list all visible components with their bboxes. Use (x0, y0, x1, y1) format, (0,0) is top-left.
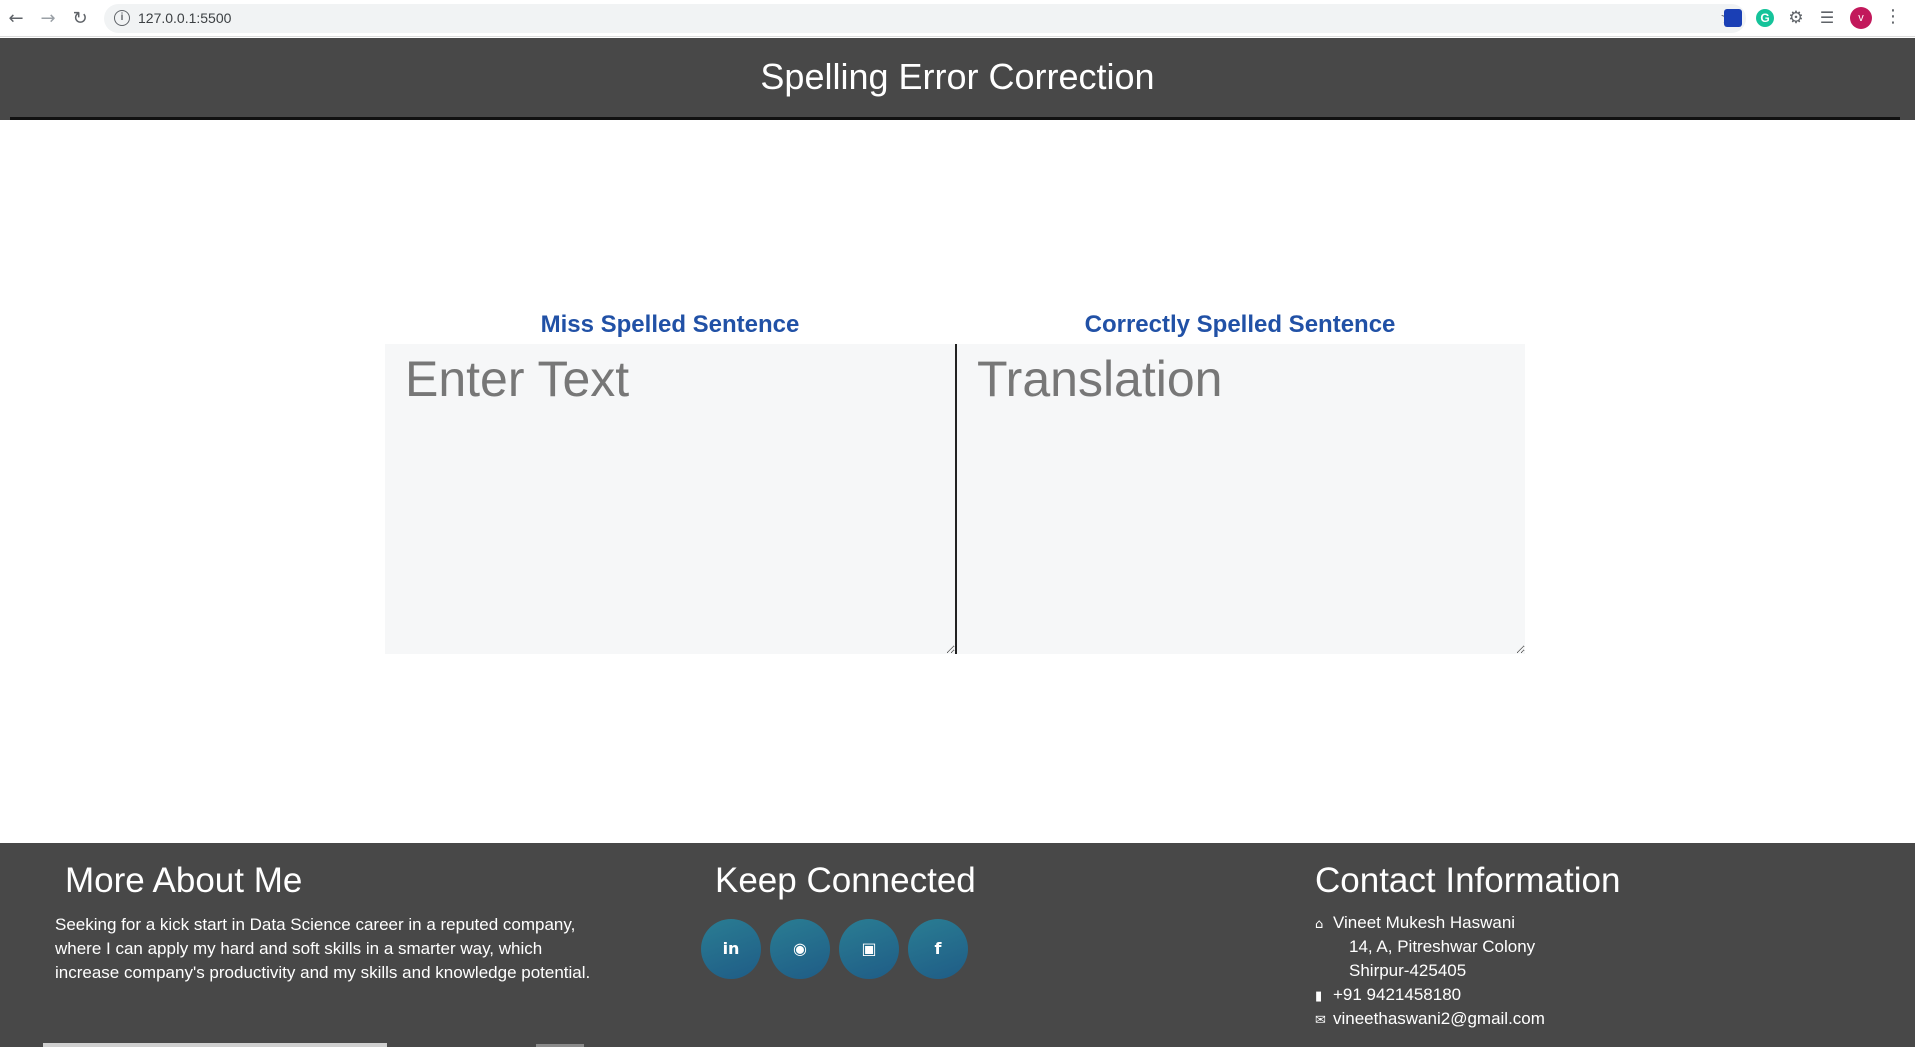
translation-textarea[interactable] (955, 344, 1525, 654)
reload-icon[interactable]: ↻ (70, 8, 90, 29)
contact-name-line: ⌂ Vineet Mukesh Haswani (1315, 913, 1515, 933)
avatar[interactable]: v (1850, 7, 1872, 29)
header-divider (10, 117, 1900, 120)
input-textarea[interactable] (385, 344, 955, 654)
about-heading: More About Me (65, 861, 303, 900)
envelope-icon: ✉ (1315, 1013, 1326, 1028)
back-arrow-icon[interactable]: ← (6, 8, 26, 29)
correctly-spelled-label: Correctly Spelled Sentence (1084, 311, 1396, 338)
puzzle-icon[interactable]: ⚙ (1787, 9, 1805, 27)
grammarly-icon[interactable]: G (1756, 9, 1774, 27)
about-text: Seeking for a kick start in Data Science… (55, 915, 591, 982)
facebook-icon[interactable]: f (908, 919, 968, 979)
github-icon[interactable]: ◉ (770, 919, 830, 979)
forward-arrow-icon[interactable]: → (38, 8, 58, 29)
contact-email-line: ✉ vineethaswani2@gmail.com (1315, 1009, 1545, 1029)
address-bar[interactable]: i 127.0.0.1:5500 ☆ (104, 4, 1746, 33)
contact-phone-line: ▮ +91 9421458180 (1315, 985, 1461, 1005)
contact-phone: +91 9421458180 (1333, 985, 1462, 1004)
playlist-icon[interactable]: ☰ (1818, 9, 1836, 27)
page-title: Spelling Error Correction (760, 56, 1155, 97)
instagram-icon[interactable]: ▣ (839, 919, 899, 979)
extension-icon[interactable] (1724, 9, 1742, 27)
address-line-1: 14, A, Pitreshwar Colony (1349, 937, 1536, 956)
scrollbar-thumb[interactable] (43, 1043, 387, 1047)
miss-spelled-label: Miss Spelled Sentence (540, 311, 800, 338)
browser-toolbar: ← → ↻ i 127.0.0.1:5500 ☆ G ⚙ ☰ v ⋮ (0, 0, 1915, 37)
contact-email[interactable]: vineethaswani2@gmail.com (1333, 1009, 1545, 1028)
mobile-icon: ▮ (1315, 989, 1323, 1004)
info-icon[interactable]: i (114, 10, 130, 26)
footer: More About Me Seeking for a kick start i… (0, 843, 1915, 1047)
contact-heading: Contact Information (1315, 861, 1621, 900)
url-text[interactable]: 127.0.0.1:5500 (138, 10, 231, 26)
connect-heading: Keep Connected (715, 861, 976, 900)
site-header: Spelling Error Correction (0, 38, 1915, 120)
menu-dots-icon[interactable]: ⋮ (1884, 6, 1902, 27)
contact-name: Vineet Mukesh Haswani (1333, 913, 1516, 932)
home-icon: ⌂ (1315, 917, 1324, 932)
address-line-2: Shirpur-425405 (1349, 961, 1467, 980)
linkedin-icon[interactable]: in (701, 919, 761, 979)
